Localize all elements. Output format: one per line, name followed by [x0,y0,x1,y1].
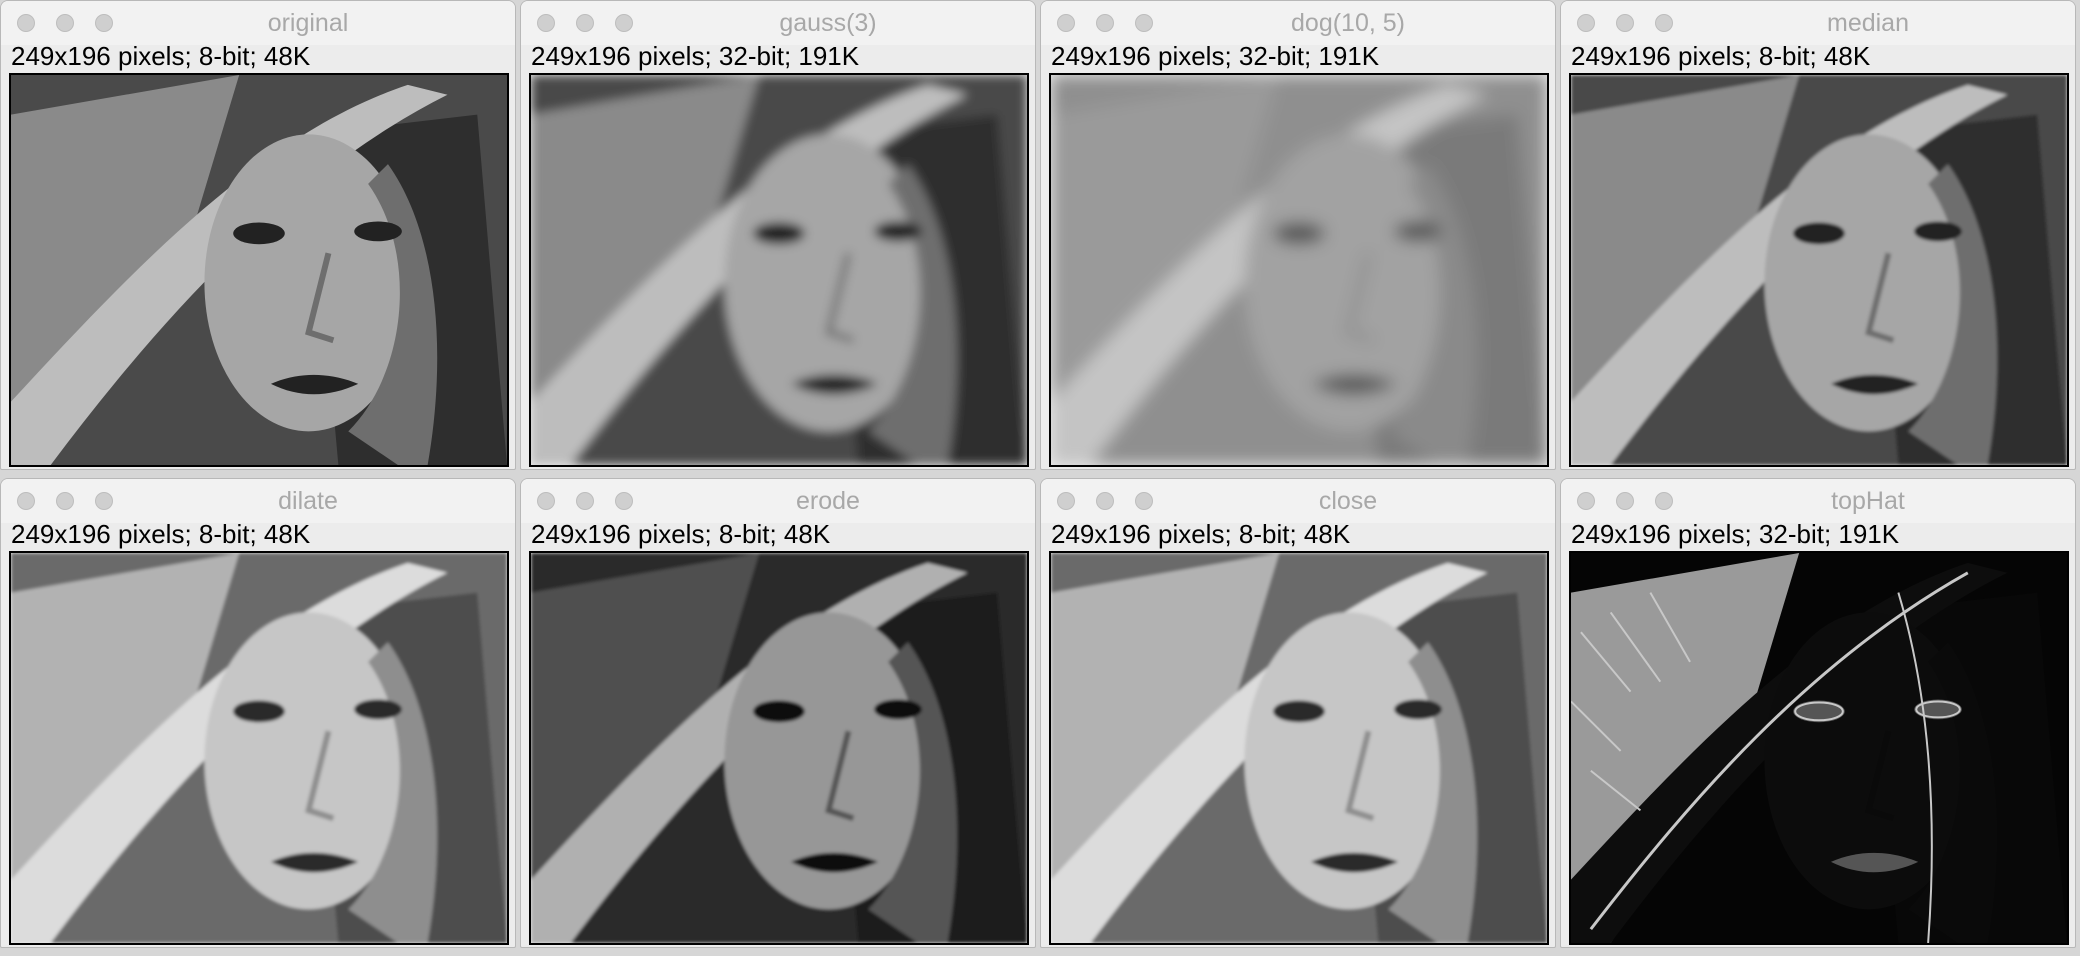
image-content [11,553,507,943]
portrait-group [1571,75,2067,465]
image-content [1571,553,2067,943]
window-title: close [1318,487,1378,515]
window-titlebar[interactable]: original [1,1,515,45]
minimize-icon[interactable] [1096,492,1114,510]
minimize-icon[interactable] [1096,14,1114,32]
image-content [1571,75,2067,465]
left-eye [233,222,285,245]
image-content [1051,553,1547,943]
portrait-group [11,553,507,943]
close-icon[interactable] [1057,14,1075,32]
window-title: erode [796,487,860,515]
image-canvas[interactable] [529,73,1029,467]
image-info: 249x196 pixels; 32-bit; 191K [1051,41,1380,71]
right-eye [1394,699,1442,720]
close-icon[interactable] [1577,14,1595,32]
left-eye [753,222,805,245]
window-title: dog(10, 5) [1291,9,1405,37]
minimize-icon[interactable] [56,492,74,510]
image-content [531,553,1027,943]
image-canvas[interactable] [529,551,1029,945]
image-canvas[interactable] [1049,73,1549,467]
image-window-erode[interactable]: erode 249x196 pixels; 8-bit; 48K [520,478,1036,948]
window-title: gauss(3) [779,9,877,37]
left-eye [1793,700,1845,723]
minimize-icon[interactable] [576,492,594,510]
image-window-tophat[interactable]: topHat 249x196 pixels; 32-bit; 191K [1560,478,2076,948]
image-canvas[interactable] [1569,73,2069,467]
right-eye [874,699,922,720]
zoom-icon[interactable] [1135,14,1153,32]
zoom-icon[interactable] [95,492,113,510]
minimize-icon[interactable] [1616,14,1634,32]
image-canvas[interactable] [1569,551,2069,945]
image-canvas[interactable] [9,551,509,945]
window-titlebar[interactable]: topHat [1561,479,2075,523]
image-content [1051,75,1547,465]
close-icon[interactable] [1577,492,1595,510]
zoom-icon[interactable] [95,14,113,32]
window-title: median [1827,9,1909,37]
window-title: topHat [1831,487,1905,515]
portrait-group [1571,553,2067,943]
image-content [531,75,1027,465]
left-eye [1273,700,1325,723]
window-titlebar[interactable]: dilate [1,479,515,523]
zoom-icon[interactable] [615,492,633,510]
image-info: 249x196 pixels; 32-bit; 191K [531,41,860,71]
minimize-icon[interactable] [56,14,74,32]
image-window-original[interactable]: original 249x196 pixels; 8-bit; 48K [0,0,516,470]
portrait-group [11,75,507,465]
image-canvas[interactable] [9,73,509,467]
left-eye [1793,222,1845,245]
window-titlebar[interactable]: median [1561,1,2075,45]
zoom-icon[interactable] [1655,14,1673,32]
close-icon[interactable] [17,14,35,32]
image-info: 249x196 pixels; 32-bit; 191K [1571,519,1900,549]
portrait-group [1051,553,1547,943]
left-eye [1273,222,1325,245]
right-eye [354,221,402,242]
left-eye [233,700,285,723]
portrait-group [1051,75,1547,465]
window-titlebar[interactable]: erode [521,479,1035,523]
image-window-dog[interactable]: dog(10, 5) 249x196 pixels; 32-bit; 191K [1040,0,1556,470]
window-titlebar[interactable]: gauss(3) [521,1,1035,45]
image-info: 249x196 pixels; 8-bit; 48K [531,519,831,549]
image-window-close[interactable]: close 249x196 pixels; 8-bit; 48K [1040,478,1556,948]
portrait-group [531,75,1027,465]
image-info: 249x196 pixels; 8-bit; 48K [11,519,311,549]
window-title: dilate [278,487,338,515]
image-window-gauss[interactable]: gauss(3) 249x196 pixels; 32-bit; 191K [520,0,1036,470]
zoom-icon[interactable] [1135,492,1153,510]
window-title: original [267,9,349,37]
right-eye [874,221,922,242]
image-window-dilate[interactable]: dilate 249x196 pixels; 8-bit; 48K [0,478,516,948]
image-info: 249x196 pixels; 8-bit; 48K [1051,519,1351,549]
right-eye [1914,221,1962,242]
close-icon[interactable] [537,492,555,510]
minimize-icon[interactable] [1616,492,1634,510]
zoom-icon[interactable] [1655,492,1673,510]
close-icon[interactable] [1057,492,1075,510]
desktop: original 249x196 pixels; 8-bit; 48K gaus… [0,0,2080,956]
window-titlebar[interactable]: dog(10, 5) [1041,1,1555,45]
portrait-group [531,553,1027,943]
right-eye [1394,221,1442,242]
right-eye [354,699,402,720]
image-info: 249x196 pixels; 8-bit; 48K [11,41,311,71]
image-content [11,75,507,465]
left-eye [753,700,805,723]
image-info: 249x196 pixels; 8-bit; 48K [1571,41,1871,71]
image-window-median[interactable]: median 249x196 pixels; 8-bit; 48K [1560,0,2076,470]
close-icon[interactable] [17,492,35,510]
zoom-icon[interactable] [615,14,633,32]
close-icon[interactable] [537,14,555,32]
minimize-icon[interactable] [576,14,594,32]
image-canvas[interactable] [1049,551,1549,945]
window-titlebar[interactable]: close [1041,479,1555,523]
